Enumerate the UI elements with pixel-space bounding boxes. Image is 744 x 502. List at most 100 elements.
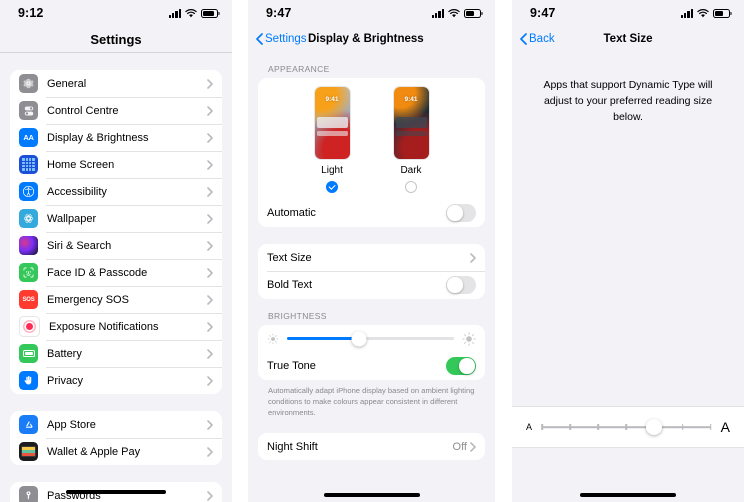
status-clock: 9:47	[530, 6, 556, 20]
status-bar: 9:47	[248, 0, 495, 26]
exposure-notifications-icon	[19, 316, 40, 337]
battery-icon	[713, 8, 732, 18]
sidebar-item-accessibility[interactable]: Accessibility	[10, 178, 222, 205]
appearance-section-header: APPEARANCE	[268, 64, 330, 74]
chevron-right-icon	[207, 240, 213, 251]
page-title: Settings	[90, 31, 142, 47]
home-screen-icon	[19, 155, 38, 174]
appearance-option-label: Dark	[400, 165, 422, 176]
chevron-right-icon	[207, 321, 213, 332]
bold-text-row[interactable]: Bold Text	[258, 271, 485, 299]
display-brightness-panel: 9:47 Settings Display & Brightness APPEA…	[248, 0, 495, 502]
true-tone-row[interactable]: True Tone	[258, 352, 485, 380]
appearance-option-light[interactable]: 9:41 Light	[314, 87, 350, 193]
settings-navbar: Settings	[0, 26, 232, 53]
status-icons	[431, 8, 483, 18]
status-icons	[168, 8, 220, 18]
text-size-max-label: A	[720, 419, 730, 435]
light-radio-button[interactable]	[326, 181, 338, 193]
home-indicator	[323, 493, 420, 497]
automatic-row[interactable]: Automatic	[258, 199, 485, 227]
bold-text-label: Bold Text	[267, 279, 313, 291]
dark-radio-button[interactable]	[405, 181, 417, 193]
sidebar-item-wallpaper[interactable]: Wallpaper	[10, 205, 222, 232]
text-size-label: Text Size	[267, 251, 312, 264]
brightness-slider-row[interactable]	[258, 325, 485, 352]
sidebar-item-label: Exposure Notifications	[49, 320, 159, 333]
text-size-slider-card: A A	[512, 406, 744, 448]
panel-divider	[232, 0, 248, 502]
sidebar-item-home-screen[interactable]: Home Screen	[10, 151, 222, 178]
three-panel-screenshot: 9:12 Settings General Control Centre AA …	[0, 0, 744, 502]
true-tone-toggle[interactable]	[446, 357, 476, 375]
text-group: Text Size Bold Text	[258, 244, 485, 299]
preview-clock: 9:41	[404, 96, 418, 103]
battery-icon	[201, 8, 220, 18]
brightness-slider-track[interactable]	[287, 331, 454, 346]
sidebar-item-label: General	[47, 77, 87, 90]
control-centre-icon	[19, 101, 38, 120]
sidebar-item-label: Emergency SOS	[47, 293, 129, 306]
appearance-options: 9:41 Light 9:41 Dark	[258, 78, 485, 199]
status-clock: 9:12	[18, 6, 44, 20]
chevron-right-icon	[207, 78, 213, 89]
status-clock: 9:47	[266, 6, 292, 20]
sidebar-item-general[interactable]: General	[10, 70, 222, 97]
appearance-option-dark[interactable]: 9:41 Dark	[393, 87, 429, 193]
back-button[interactable]: Settings	[248, 33, 307, 45]
brightness-group: True Tone	[258, 325, 485, 380]
sidebar-item-label: Display & Brightness	[47, 131, 149, 144]
preview-clock: 9:41	[325, 96, 339, 103]
cellular-signal-icon	[431, 8, 444, 18]
night-shift-group: Night Shift Off	[258, 433, 485, 460]
text-size-slider[interactable]	[541, 419, 712, 435]
text-size-min-label: A	[526, 422, 533, 432]
sidebar-item-label: Accessibility	[47, 185, 107, 198]
status-bar: 9:47	[512, 0, 744, 26]
wifi-icon	[448, 8, 460, 18]
settings-list[interactable]: General Control Centre AA Display & Brig…	[0, 53, 232, 502]
chevron-right-icon	[207, 490, 213, 501]
cellular-signal-icon	[168, 8, 181, 18]
cellular-signal-icon	[680, 8, 693, 18]
sidebar-item-wallet-apple-pay[interactable]: Wallet & Apple Pay	[10, 438, 222, 465]
light-preview-image: 9:41	[314, 87, 350, 159]
text-size-row[interactable]: Text Size	[258, 244, 485, 271]
chevron-right-icon	[207, 267, 213, 278]
back-button-label: Back	[529, 33, 555, 45]
sidebar-item-display-brightness[interactable]: AA Display & Brightness	[10, 124, 222, 151]
sidebar-item-control-centre[interactable]: Control Centre	[10, 97, 222, 124]
chevron-right-icon	[207, 375, 213, 386]
settings-panel: 9:12 Settings General Control Centre AA …	[0, 0, 232, 502]
night-shift-label: Night Shift	[267, 440, 318, 453]
back-button[interactable]: Back	[512, 33, 555, 45]
sidebar-item-emergency-sos[interactable]: SOS Emergency SOS	[10, 286, 222, 313]
chevron-right-icon	[207, 294, 213, 305]
battery-settings-icon	[19, 344, 38, 363]
sidebar-item-app-store[interactable]: App Store	[10, 411, 222, 438]
automatic-toggle[interactable]	[446, 204, 476, 222]
sidebar-item-privacy[interactable]: Privacy	[10, 367, 222, 394]
sidebar-item-exposure-notifications[interactable]: Exposure Notifications	[10, 313, 222, 340]
chevron-right-icon	[207, 419, 213, 430]
wallet-icon	[19, 442, 38, 461]
true-tone-label: True Tone	[267, 360, 316, 372]
night-shift-row[interactable]: Night Shift Off	[258, 433, 485, 460]
sidebar-item-siri-search[interactable]: Siri & Search	[10, 232, 222, 259]
wifi-icon	[185, 8, 197, 18]
sidebar-item-battery[interactable]: Battery	[10, 340, 222, 367]
sidebar-item-label: Battery	[47, 347, 82, 360]
display-navbar: Settings Display & Brightness	[248, 26, 495, 52]
chevron-right-icon	[207, 132, 213, 143]
automatic-label: Automatic	[267, 207, 316, 219]
dark-preview-image: 9:41	[393, 87, 429, 159]
passwords-key-icon	[19, 486, 38, 502]
chevron-right-icon	[207, 186, 213, 197]
bold-text-toggle[interactable]	[446, 276, 476, 294]
appearance-option-label: Light	[321, 165, 343, 176]
text-size-slider-thumb[interactable]	[646, 419, 663, 435]
sidebar-item-face-id-passcode[interactable]: Face ID & Passcode	[10, 259, 222, 286]
chevron-right-icon	[470, 441, 476, 452]
display-content[interactable]: APPEARANCE 9:41 Light 9:41 Dark Automati…	[248, 52, 495, 502]
panel-divider	[495, 0, 512, 502]
